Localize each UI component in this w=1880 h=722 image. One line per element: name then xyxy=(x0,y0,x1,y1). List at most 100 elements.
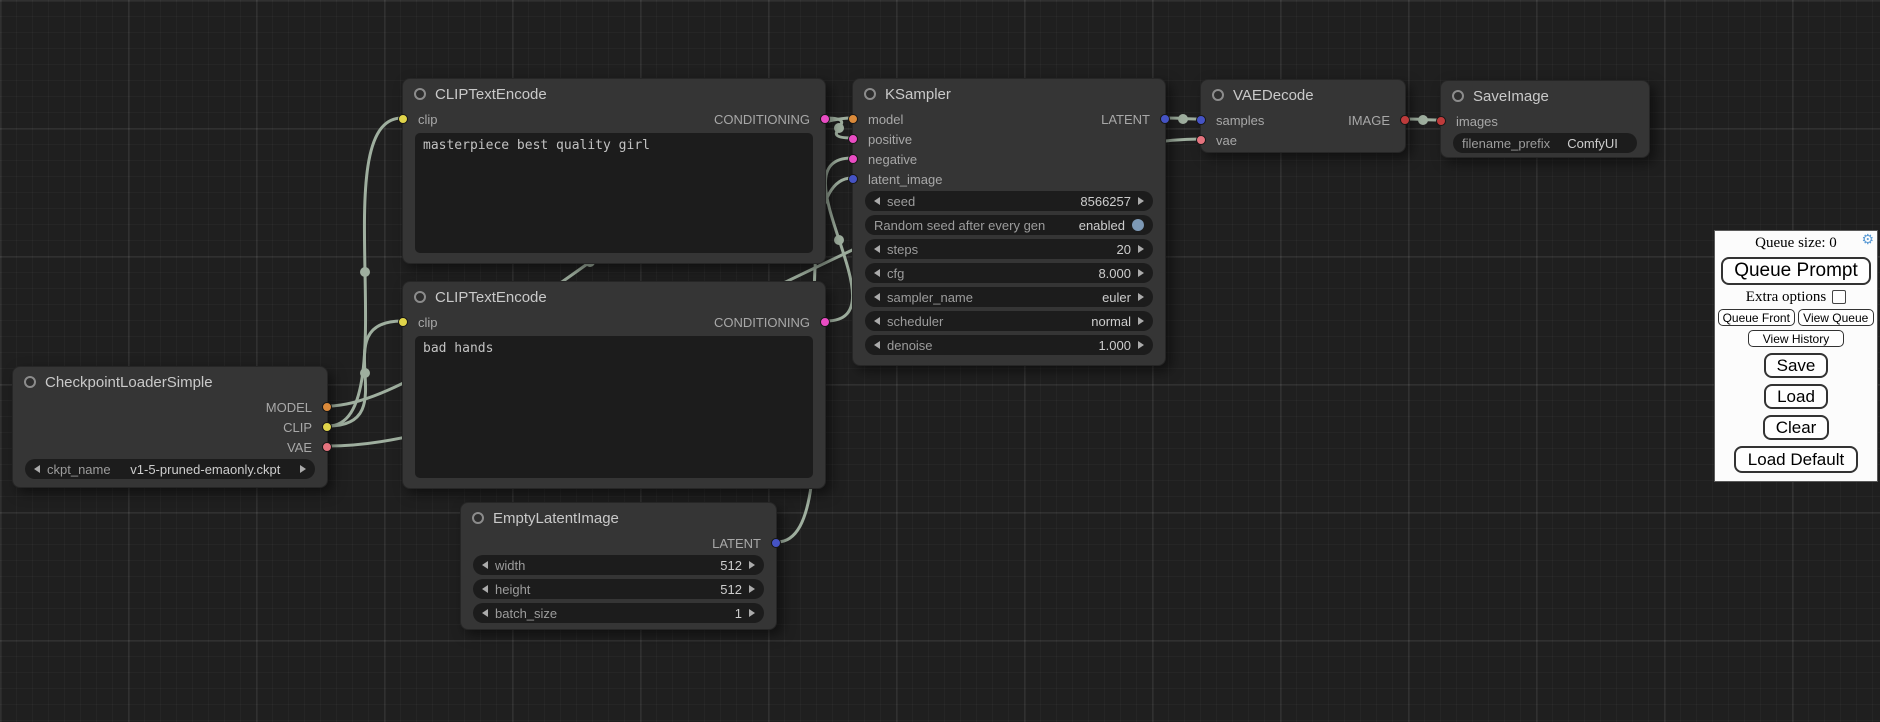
clear-button[interactable]: Clear xyxy=(1763,415,1830,440)
output-slot-latent[interactable] xyxy=(1160,114,1170,124)
node-saveimage[interactable]: SaveImage images filename_prefix ComfyUI xyxy=(1440,80,1650,158)
increment-arrow-icon[interactable] xyxy=(1138,269,1144,277)
widget-steps[interactable]: steps 20 xyxy=(865,239,1153,259)
node-header[interactable]: CheckpointLoaderSimple xyxy=(13,367,327,397)
node-header[interactable]: VAEDecode xyxy=(1201,80,1405,110)
increment-arrow-icon[interactable] xyxy=(1138,317,1144,325)
decrement-arrow-icon[interactable] xyxy=(482,561,488,569)
input-slot-positive[interactable] xyxy=(848,134,858,144)
output-slot-clip[interactable] xyxy=(322,422,332,432)
widget-filename-prefix[interactable]: filename_prefix ComfyUI xyxy=(1453,133,1637,153)
widget-ckpt-name[interactable]: ckpt_name v1-5-pruned-emaonly.ckpt xyxy=(25,459,315,479)
prompt-textarea[interactable]: bad hands xyxy=(415,336,813,478)
input-slot-negative[interactable] xyxy=(848,154,858,164)
widget-cfg[interactable]: cfg 8.000 xyxy=(865,263,1153,283)
decrement-arrow-icon[interactable] xyxy=(874,317,880,325)
collapse-dot-icon[interactable] xyxy=(24,376,36,388)
node-header[interactable]: EmptyLatentImage xyxy=(461,503,776,533)
increment-arrow-icon[interactable] xyxy=(749,609,755,617)
output-slot-latent[interactable] xyxy=(771,538,781,548)
output-label: CLIP xyxy=(283,420,327,435)
input-slot-samples[interactable] xyxy=(1196,115,1206,125)
load-default-button[interactable]: Load Default xyxy=(1734,446,1858,473)
node-emptylatentimage[interactable]: EmptyLatentImage LATENT width 512 height… xyxy=(460,502,777,630)
queue-front-button[interactable]: Queue Front xyxy=(1718,309,1795,326)
toggle-knob[interactable] xyxy=(1132,219,1144,231)
input-label: negative xyxy=(853,152,917,167)
widget-width[interactable]: width 512 xyxy=(473,555,764,575)
node-cliptextencode-negative[interactable]: CLIPTextEncode clip CONDITIONING bad han… xyxy=(402,281,826,489)
widget-label: cfg xyxy=(887,266,904,281)
widget-value: 1.000 xyxy=(1098,338,1131,353)
decrement-arrow-icon[interactable] xyxy=(874,293,880,301)
input-slot-model[interactable] xyxy=(848,114,858,124)
view-history-button[interactable]: View History xyxy=(1748,330,1844,347)
node-header[interactable]: CLIPTextEncode xyxy=(403,282,825,312)
widget-batch-size[interactable]: batch_size 1 xyxy=(473,603,764,623)
collapse-dot-icon[interactable] xyxy=(864,88,876,100)
decrement-arrow-icon[interactable] xyxy=(34,465,40,473)
decrement-arrow-icon[interactable] xyxy=(874,269,880,277)
decrement-arrow-icon[interactable] xyxy=(482,585,488,593)
widget-random-seed-toggle[interactable]: Random seed after every gen enabled xyxy=(865,215,1153,235)
increment-arrow-icon[interactable] xyxy=(749,561,755,569)
widget-scheduler[interactable]: scheduler normal xyxy=(865,311,1153,331)
collapse-dot-icon[interactable] xyxy=(414,88,426,100)
save-button[interactable]: Save xyxy=(1764,353,1829,378)
increment-arrow-icon[interactable] xyxy=(1138,341,1144,349)
output-slot-model[interactable] xyxy=(322,402,332,412)
extra-options-checkbox[interactable] xyxy=(1832,290,1846,304)
input-label: clip xyxy=(403,315,438,330)
node-ksampler[interactable]: KSampler model LATENT positive negative … xyxy=(852,78,1166,366)
input-slot-images[interactable] xyxy=(1436,116,1446,126)
decrement-arrow-icon[interactable] xyxy=(874,341,880,349)
node-vaedecode[interactable]: VAEDecode samples IMAGE vae xyxy=(1200,79,1406,153)
collapse-dot-icon[interactable] xyxy=(472,512,484,524)
widget-denoise[interactable]: denoise 1.000 xyxy=(865,335,1153,355)
slot-row: LATENT xyxy=(461,533,776,553)
node-title-label: CLIPTextEncode xyxy=(435,86,547,103)
decrement-arrow-icon[interactable] xyxy=(874,245,880,253)
output-slot-vae[interactable] xyxy=(322,442,332,452)
widget-seed[interactable]: seed 8566257 xyxy=(865,191,1153,211)
increment-arrow-icon[interactable] xyxy=(1138,245,1144,253)
widget-value: 8.000 xyxy=(1098,266,1131,281)
input-label: samples xyxy=(1201,113,1264,128)
collapse-dot-icon[interactable] xyxy=(414,291,426,303)
widget-value: 8566257 xyxy=(1080,194,1131,209)
link-midpoint-dot xyxy=(360,368,370,378)
view-queue-button[interactable]: View Queue xyxy=(1798,309,1875,326)
comfyui-canvas[interactable]: CheckpointLoaderSimple MODEL CLIP VAE ck… xyxy=(0,0,1880,722)
node-cliptextencode-positive[interactable]: CLIPTextEncode clip CONDITIONING masterp… xyxy=(402,78,826,264)
increment-arrow-icon[interactable] xyxy=(749,585,755,593)
input-slot-vae[interactable] xyxy=(1196,135,1206,145)
decrement-arrow-icon[interactable] xyxy=(482,609,488,617)
output-label: CONDITIONING xyxy=(714,315,825,330)
output-slot-conditioning[interactable] xyxy=(820,114,830,124)
prompt-textarea[interactable]: masterpiece best quality girl xyxy=(415,133,813,253)
collapse-dot-icon[interactable] xyxy=(1452,90,1464,102)
collapse-dot-icon[interactable] xyxy=(1212,89,1224,101)
node-checkpointloadersimple[interactable]: CheckpointLoaderSimple MODEL CLIP VAE ck… xyxy=(12,366,328,488)
toggle-label: Random seed after every gen xyxy=(874,218,1045,233)
queue-prompt-button[interactable]: Queue Prompt xyxy=(1721,257,1871,285)
widget-sampler-name[interactable]: sampler_name euler xyxy=(865,287,1153,307)
settings-gear-icon[interactable]: ⚙ xyxy=(1861,233,1874,249)
link-midpoint-dot xyxy=(1418,115,1428,125)
increment-arrow-icon[interactable] xyxy=(1138,293,1144,301)
increment-arrow-icon[interactable] xyxy=(1138,197,1144,205)
input-slot-latent-image[interactable] xyxy=(848,174,858,184)
widget-height[interactable]: height 512 xyxy=(473,579,764,599)
load-button[interactable]: Load xyxy=(1764,384,1828,409)
node-header[interactable]: SaveImage xyxy=(1441,81,1649,111)
increment-arrow-icon[interactable] xyxy=(300,465,306,473)
output-label: VAE xyxy=(287,440,327,455)
input-slot-clip[interactable] xyxy=(398,317,408,327)
node-header[interactable]: CLIPTextEncode xyxy=(403,79,825,109)
output-slot-image[interactable] xyxy=(1400,115,1410,125)
node-header[interactable]: KSampler xyxy=(853,79,1165,109)
input-slot-clip[interactable] xyxy=(398,114,408,124)
widget-value: 512 xyxy=(720,558,742,573)
decrement-arrow-icon[interactable] xyxy=(874,197,880,205)
output-slot-conditioning[interactable] xyxy=(820,317,830,327)
